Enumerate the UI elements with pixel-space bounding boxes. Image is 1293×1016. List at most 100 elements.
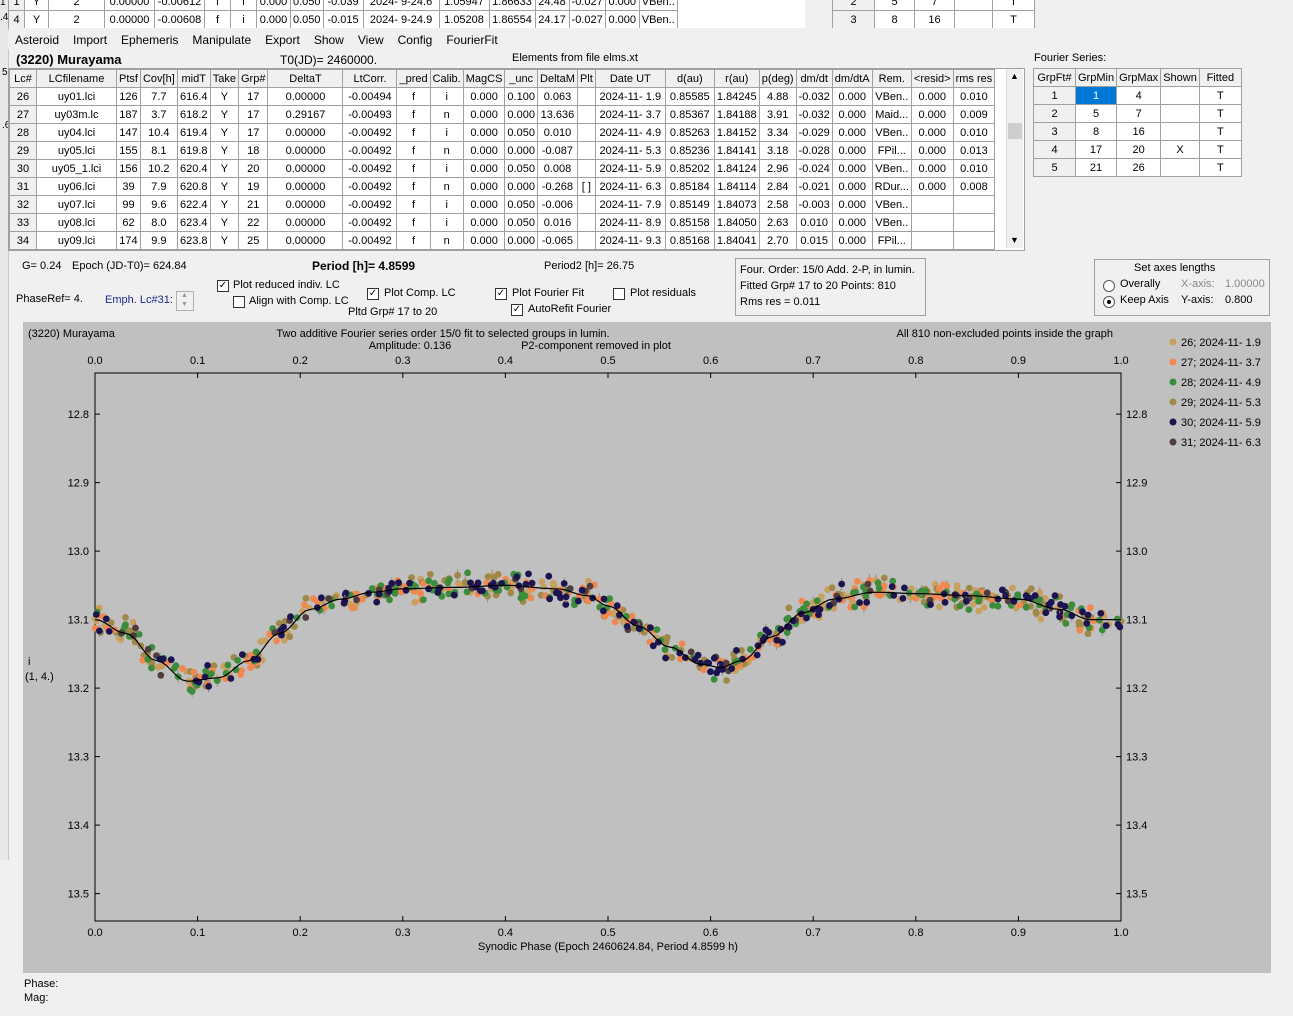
table-cell[interactable]: 1.84073 (713, 195, 760, 214)
table-cell[interactable]: 0.100 (504, 87, 538, 106)
table-cell[interactable] (576, 141, 596, 160)
plot-reduced-checkbox[interactable]: ✓ (217, 280, 229, 292)
table-cell[interactable]: 39 (116, 177, 141, 196)
table-cell[interactable]: 3 (1033, 122, 1076, 141)
table-cell[interactable]: 0.000 (462, 141, 506, 160)
table-cell[interactable]: 147 (116, 123, 141, 142)
table-cell[interactable]: uy05.lci (36, 141, 117, 160)
table-cell[interactable]: -0.00493 (342, 105, 398, 124)
table-cell[interactable]: 5 (1074, 104, 1118, 123)
table-cell[interactable]: 0.000 (831, 195, 873, 214)
column-header[interactable]: DeltaT (267, 69, 344, 88)
table-cell[interactable]: 0.000 (504, 141, 538, 160)
table-cell[interactable]: VBen.. (871, 213, 912, 232)
table-cell[interactable]: 2024-11- 5.3 (594, 141, 666, 160)
table-cell[interactable]: 3.7 (139, 105, 178, 124)
table-cell[interactable]: 2024-11- 4.9 (594, 123, 666, 142)
table-row[interactable]: 4 17 20 X T (1033, 140, 1242, 159)
table-cell[interactable]: n (429, 141, 464, 160)
table-cell[interactable]: 0.000 (910, 141, 954, 160)
scroll-up-icon[interactable]: ▲ (1010, 71, 1019, 81)
table-cell[interactable]: n (429, 177, 464, 196)
table-cell[interactable]: 19 (237, 177, 269, 196)
table-cell[interactable]: 0.000 (462, 159, 506, 178)
column-header[interactable]: Lc# (9, 69, 37, 88)
emph-lc-spinner[interactable]: ▲ ▼ (176, 291, 194, 311)
table-cell[interactable]: 0.000 (831, 213, 873, 232)
table-cell[interactable]: 1 (1074, 86, 1118, 105)
table-cell[interactable]: -0.065 (536, 231, 578, 250)
overally-radio[interactable] (1103, 280, 1115, 292)
table-cell[interactable]: 0.050 (504, 123, 538, 142)
table-cell[interactable]: -0.006 (536, 195, 578, 214)
table-row[interactable]: 26 uy01.lci 126 7.7 616.4 Y 17 0.00000 -0.00494 f… (9, 87, 996, 106)
table-cell[interactable]: 17 (237, 87, 269, 106)
table-cell[interactable]: uy08.lci (36, 213, 117, 232)
table-cell[interactable]: 0.010 (952, 159, 996, 178)
table-cell[interactable]: 2.58 (758, 195, 797, 214)
table-cell[interactable]: 0.050 (504, 213, 538, 232)
table-row[interactable]: 30 uy05_1.lci 156 10.2 620.4 Y 20 0.00000 -0.004… (9, 159, 996, 178)
column-header[interactable]: Grp# (237, 69, 269, 88)
table-cell[interactable]: 0.000 (910, 177, 954, 196)
column-header[interactable]: Fitted (1198, 68, 1242, 87)
table-cell[interactable]: VBen.. (871, 159, 912, 178)
table-cell[interactable]: 0.010 (952, 87, 996, 106)
table-cell[interactable] (910, 195, 954, 214)
column-header[interactable]: r(au) (713, 69, 760, 88)
table-cell[interactable]: uy09.lci (36, 231, 117, 250)
table-row[interactable]: 3 8 16 T (1033, 122, 1242, 141)
table-cell[interactable]: 8.0 (139, 213, 178, 232)
table-cell[interactable]: 0.000 (462, 213, 506, 232)
table-cell[interactable]: 0.00000 (267, 213, 344, 232)
table-cell[interactable]: 2024-11- 9.3 (594, 231, 666, 250)
table-cell[interactable]: 0.008 (952, 177, 996, 196)
table-cell[interactable]: 3.91 (758, 105, 797, 124)
table-cell[interactable]: T (1198, 104, 1242, 123)
table-cell[interactable]: 62 (116, 213, 141, 232)
table-cell[interactable]: 2.96 (758, 159, 797, 178)
table-cell[interactable]: -0.00492 (342, 141, 398, 160)
table-cell[interactable]: 21 (237, 195, 269, 214)
table-cell[interactable]: -0.087 (536, 141, 578, 160)
menu-import[interactable]: Import (66, 31, 114, 49)
table-cell[interactable]: VBen.. (871, 123, 912, 142)
table-cell[interactable]: 26 (1116, 158, 1162, 177)
column-header[interactable]: Shown (1160, 68, 1200, 87)
table-cell[interactable] (1160, 86, 1200, 105)
table-cell[interactable]: uy06.lci (36, 177, 117, 196)
table-cell[interactable]: 0.00000 (267, 87, 344, 106)
table-cell[interactable]: 0.000 (831, 159, 873, 178)
table-cell[interactable]: 0.000 (504, 105, 538, 124)
table-cell[interactable]: 620.8 (176, 177, 211, 196)
column-header[interactable]: MagCS (462, 69, 506, 88)
table-cell[interactable]: -0.029 (795, 123, 833, 142)
y-axis-value[interactable]: 0.800 (1225, 294, 1253, 306)
table-cell[interactable]: VBen.. (871, 195, 912, 214)
table-cell[interactable]: Y (209, 159, 240, 178)
table-cell[interactable]: 28 (9, 123, 37, 142)
table-cell[interactable]: 25 (237, 231, 269, 250)
table-cell[interactable] (910, 231, 954, 250)
table-cell[interactable]: -0.00492 (342, 195, 398, 214)
table-cell[interactable] (952, 231, 996, 250)
table-cell[interactable]: 99 (116, 195, 141, 214)
table-cell[interactable]: [ ] (576, 177, 596, 196)
table-cell[interactable]: 1.84245 (713, 87, 760, 106)
keep-axis-radio[interactable] (1103, 296, 1115, 308)
table-cell[interactable]: 0.009 (952, 105, 996, 124)
plot-comp-lc-checkbox[interactable]: ✓ (367, 288, 379, 300)
table-cell[interactable]: f (396, 159, 431, 178)
table-cell[interactable]: 2 (1033, 104, 1076, 123)
table-cell[interactable]: 622.4 (176, 195, 211, 214)
column-header[interactable]: Take (209, 69, 240, 88)
menu-view[interactable]: View (351, 31, 391, 49)
autorefit-fourier-checkbox[interactable]: ✓ (511, 304, 523, 316)
table-cell[interactable]: 0.016 (536, 213, 578, 232)
table-cell[interactable]: 3.18 (758, 141, 797, 160)
table-cell[interactable]: 27 (9, 105, 37, 124)
table-cell[interactable]: 2024-11- 3.7 (594, 105, 666, 124)
column-header[interactable]: Rem. (871, 69, 912, 88)
table-cell[interactable]: 7.7 (139, 87, 178, 106)
table-cell[interactable]: Y (209, 105, 240, 124)
